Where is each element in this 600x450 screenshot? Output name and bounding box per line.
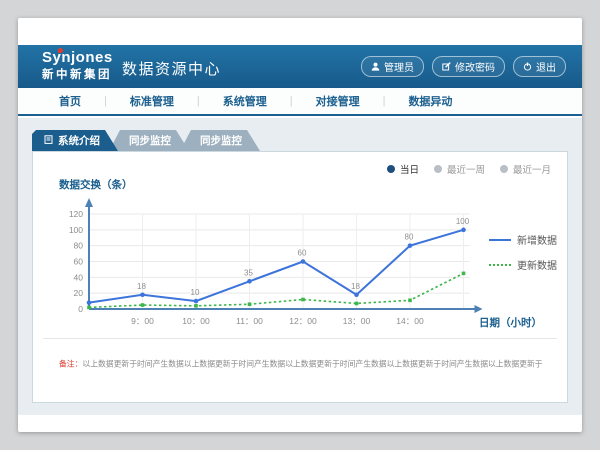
- admin-user-button[interactable]: 管理员: [361, 56, 424, 77]
- svg-text:80: 80: [405, 233, 414, 242]
- tab-label: 同步监控: [200, 133, 242, 148]
- desktop-background: Synjones 新中新集团 数据资源中心 管理员 修改密码: [0, 0, 600, 450]
- svg-text:0: 0: [78, 304, 83, 314]
- power-icon: [523, 62, 532, 71]
- legend-label: 新增数据: [517, 232, 557, 247]
- company-logo: Synjones 新中新集团: [42, 49, 113, 82]
- legend-item-updated-data: 更新数据: [489, 257, 557, 272]
- content-area: 系统介绍 同步监控 同步监控 当日 最近一周: [18, 118, 582, 415]
- document-icon: [44, 135, 53, 147]
- logo-red-dot-icon: [58, 48, 63, 53]
- nav-item-home[interactable]: 首页: [36, 93, 104, 109]
- tab-sync-monitor-2[interactable]: 同步监控: [180, 130, 260, 151]
- edit-icon: [442, 62, 451, 71]
- x-axis-title: 日期（小时）: [479, 315, 542, 330]
- svg-text:13：00: 13：00: [343, 316, 371, 326]
- admin-user-label: 管理员: [384, 59, 414, 74]
- radio-label: 最近一月: [513, 162, 551, 176]
- tab-bar: 系统介绍 同步监控 同步监控: [32, 130, 260, 151]
- svg-text:9：00: 9：00: [131, 316, 154, 326]
- tab-label: 同步监控: [129, 133, 171, 148]
- logout-button[interactable]: 退出: [513, 56, 566, 77]
- svg-text:18: 18: [137, 282, 146, 291]
- legend-item-new-data: 新增数据: [489, 232, 557, 247]
- main-nav: 首页 | 标准管理 | 系统管理 | 对接管理 | 数据异动: [18, 88, 582, 116]
- logo-wordmark: Synjones: [42, 49, 113, 68]
- panel-divider: [43, 338, 557, 339]
- line-chart: 0 20 40 60 80 100 120 9：00 10：00 11：00 12：00 13：00 1…: [43, 192, 483, 337]
- change-password-label: 修改密码: [455, 59, 495, 74]
- svg-text:100: 100: [456, 217, 470, 226]
- svg-text:12：00: 12：00: [289, 316, 317, 326]
- svg-text:20: 20: [74, 288, 84, 298]
- footnote-text: 以上数据更新于时间产生数据以上数据更新于时间产生数据以上数据更新于时间产生数据以…: [82, 360, 542, 369]
- tab-system-intro[interactable]: 系统介绍: [32, 130, 118, 151]
- svg-text:80: 80: [74, 241, 84, 251]
- svg-text:10：00: 10：00: [182, 316, 210, 326]
- tab-label: 系统介绍: [58, 133, 100, 148]
- nav-item-standard-mgmt[interactable]: 标准管理: [107, 93, 197, 109]
- footnote-prefix: 备注：: [59, 360, 82, 369]
- svg-text:11：00: 11：00: [236, 316, 263, 326]
- svg-text:10: 10: [191, 288, 200, 297]
- solid-line-swatch-icon: [489, 239, 511, 241]
- chart-legend: 新增数据 更新数据: [489, 232, 557, 272]
- user-icon: [371, 62, 380, 71]
- radio-label: 当日: [400, 162, 419, 176]
- radio-today[interactable]: 当日: [387, 162, 419, 176]
- app-header: Synjones 新中新集团 数据资源中心 管理员 修改密码: [18, 45, 582, 88]
- nav-item-system-mgmt[interactable]: 系统管理: [200, 93, 290, 109]
- nav-item-interface-mgmt[interactable]: 对接管理: [293, 93, 383, 109]
- svg-text:18: 18: [351, 282, 360, 291]
- tab-sync-monitor-1[interactable]: 同步监控: [109, 130, 189, 151]
- footnote: 备注：以上数据更新于时间产生数据以上数据更新于时间产生数据以上数据更新于时间产生…: [59, 357, 574, 369]
- logout-label: 退出: [536, 59, 556, 74]
- radio-dot-icon: [500, 165, 508, 173]
- change-password-button[interactable]: 修改密码: [432, 56, 505, 77]
- radio-last-month[interactable]: 最近一月: [500, 162, 551, 176]
- svg-text:100: 100: [69, 225, 83, 235]
- y-axis-title: 数据交换（条）: [59, 177, 133, 192]
- svg-text:14：00: 14：00: [396, 316, 424, 326]
- radio-dot-icon: [387, 165, 395, 173]
- dotted-line-swatch-icon: [489, 264, 511, 266]
- app-window: Synjones 新中新集团 数据资源中心 管理员 修改密码: [18, 18, 582, 432]
- page-title: 数据资源中心: [122, 58, 221, 79]
- nav-item-data-change[interactable]: 数据异动: [385, 93, 475, 109]
- svg-text:40: 40: [74, 272, 84, 282]
- legend-label: 更新数据: [517, 257, 557, 272]
- chart-panel: 当日 最近一周 最近一月 数据交换（条） 0 20 40 60 80 100 120 9：00…: [32, 151, 568, 403]
- svg-text:120: 120: [69, 209, 83, 219]
- radio-label: 最近一周: [447, 162, 485, 176]
- svg-text:60: 60: [298, 249, 307, 258]
- radio-last-week[interactable]: 最近一周: [434, 162, 485, 176]
- header-actions: 管理员 修改密码 退出: [361, 56, 566, 77]
- svg-text:60: 60: [74, 257, 84, 267]
- svg-text:35: 35: [244, 268, 253, 277]
- radio-dot-icon: [434, 165, 442, 173]
- time-range-filter: 当日 最近一周 最近一月: [387, 162, 551, 176]
- logo-company-name: 新中新集团: [42, 68, 113, 82]
